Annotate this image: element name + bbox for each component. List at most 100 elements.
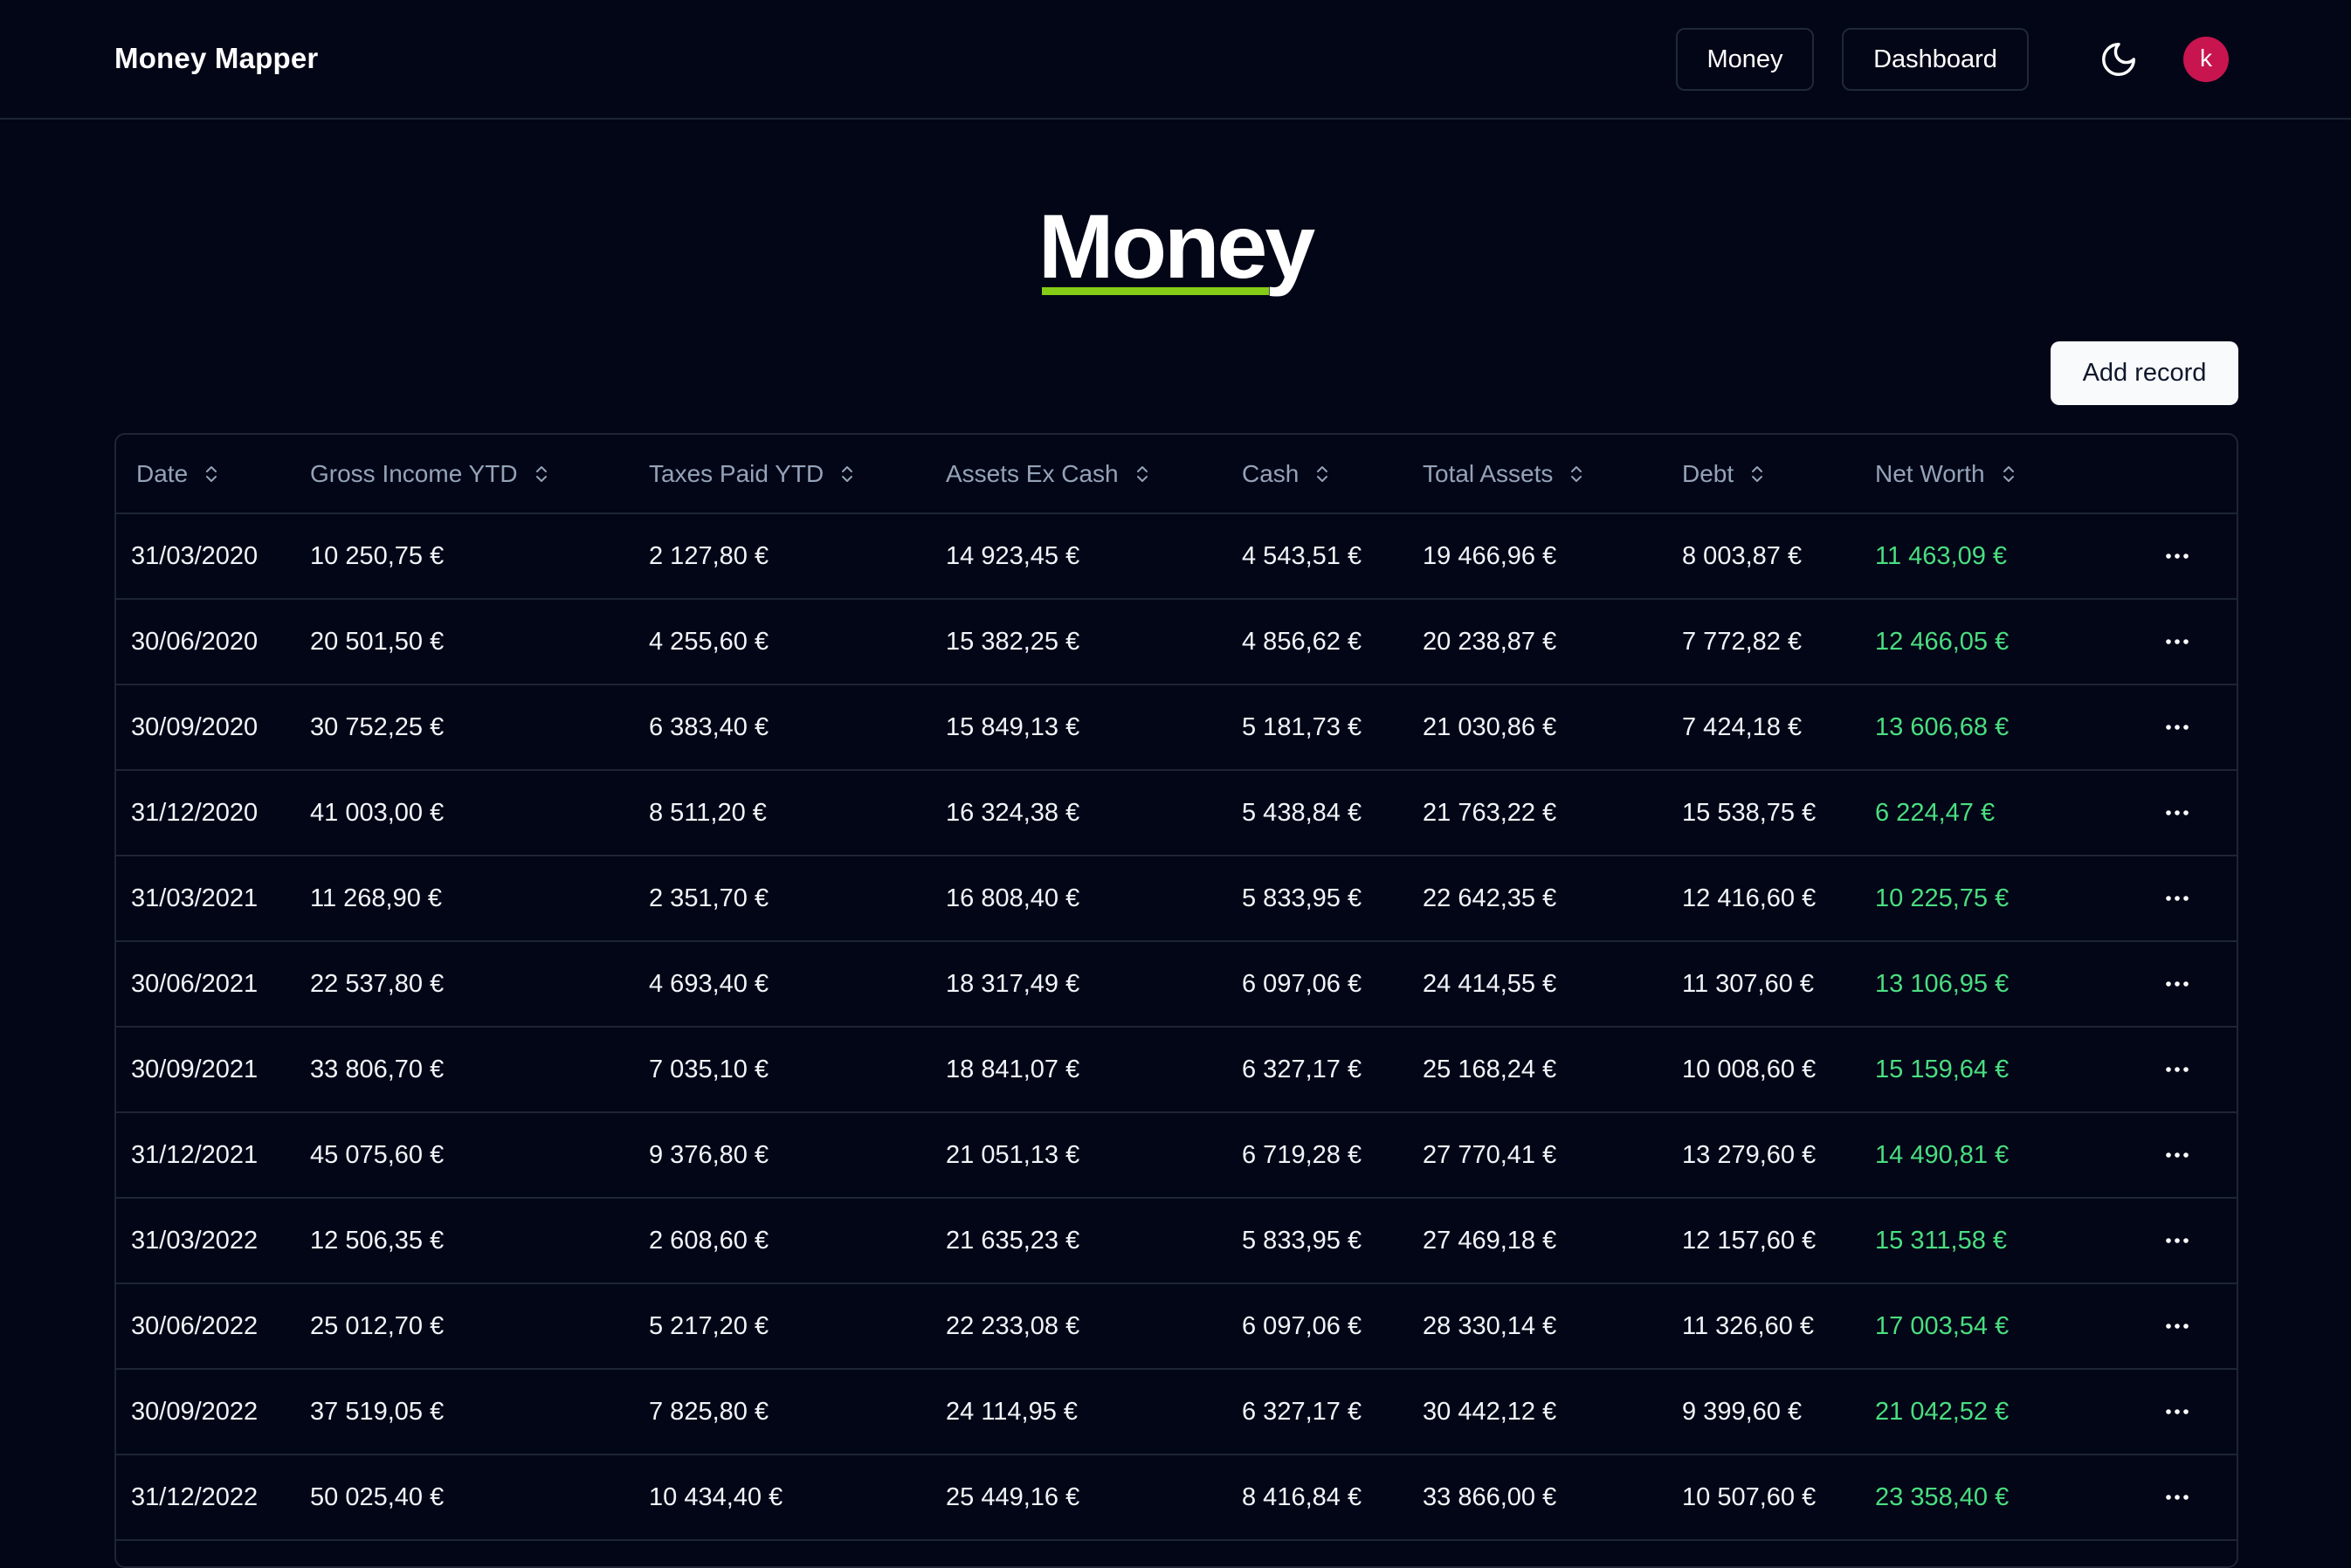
- row-actions: [2128, 1480, 2237, 1515]
- sort-chevrons-icon[interactable]: [1134, 464, 1150, 484]
- table-row[interactable]: 31/12/2021 45 075,60 €9 376,80 €21 051,13…: [116, 1112, 2237, 1199]
- cell-debt: 11 307,60 €: [1682, 941, 1875, 1028]
- cell-net-worth: 23 358,40 €: [1875, 1455, 2128, 1541]
- column-header-gross-income-ytd[interactable]: Gross Income YTD: [308, 435, 649, 514]
- cell-assets-ex-cash: 21 051,13 €: [946, 1112, 1242, 1199]
- cell-total-assets: 27 469,18 €: [1423, 1198, 1682, 1284]
- table-row[interactable]: 30/09/2022 37 519,05 €7 825,80 €24 114,95…: [116, 1369, 2237, 1455]
- cell-actions: [2128, 941, 2237, 1028]
- cell-cash: 5 438,84 €: [1242, 770, 1423, 856]
- table-row[interactable]: 30/06/2021 22 537,80 €4 693,40 €18 317,49…: [116, 941, 2237, 1028]
- column-header-net-worth[interactable]: Net Worth: [1875, 435, 2128, 514]
- column-header-debt[interactable]: Debt: [1682, 435, 1875, 514]
- cell-assets-ex-cash: 24 114,95 €: [946, 1369, 1242, 1455]
- app-brand[interactable]: Money Mapper: [114, 42, 318, 75]
- moon-icon: [2102, 43, 2135, 76]
- table-row[interactable]: 31/03/2021 11 268,90 €2 351,70 €16 808,40…: [116, 856, 2237, 942]
- sort-chevrons-icon[interactable]: [1568, 464, 1584, 484]
- table-row[interactable]: 30/09/2021 33 806,70 €7 035,10 €18 841,07…: [116, 1027, 2237, 1113]
- column-header-label: Total Assets: [1423, 459, 1554, 487]
- cell-cash: 6 327,17 €: [1242, 1369, 1423, 1455]
- cell-assets-ex-cash: 16 324,38 €: [946, 770, 1242, 856]
- nav-money-button[interactable]: Money: [1676, 28, 1814, 91]
- column-header-date[interactable]: Date: [116, 435, 308, 514]
- cell-net-worth: 15 311,58 €: [1875, 1198, 2128, 1284]
- cell-date: 30/09/2022: [116, 1369, 308, 1455]
- cell-assets-ex-cash: 18 841,07 €: [946, 1027, 1242, 1113]
- row-actions: [2128, 1052, 2237, 1087]
- cell-net-worth: 11 463,09 €: [1875, 513, 2128, 600]
- sort-chevrons-icon[interactable]: [1314, 464, 1330, 484]
- cell-cash: 6 097,06 €: [1242, 1283, 1423, 1370]
- column-header-inner: Total Assets: [1423, 460, 1584, 488]
- cell-net-worth: 13 106,95 €: [1875, 941, 2128, 1028]
- sort-chevrons-icon[interactable]: [1749, 464, 1765, 484]
- more-horizontal-icon[interactable]: [2160, 966, 2195, 1001]
- user-avatar[interactable]: k: [2183, 37, 2229, 82]
- row-actions: [2128, 881, 2237, 916]
- column-header-label: Assets Ex Cash: [946, 459, 1119, 487]
- cell-gross-income-ytd: 12 506,35 €: [308, 1198, 649, 1284]
- sort-chevrons-icon[interactable]: [203, 464, 219, 484]
- row-actions: [2128, 624, 2237, 659]
- column-header-assets-ex-cash[interactable]: Assets Ex Cash: [946, 435, 1242, 514]
- table-row[interactable]: 30/06/2020 20 501,50 €4 255,60 €15 382,25…: [116, 599, 2237, 685]
- cell-net-worth: 13 606,68 €: [1875, 684, 2128, 771]
- table-row[interactable]: 30/09/2020 30 752,25 €6 383,40 €15 849,13…: [116, 684, 2237, 771]
- more-horizontal-icon[interactable]: [2160, 539, 2195, 574]
- more-horizontal-icon[interactable]: [2160, 1394, 2195, 1429]
- more-horizontal-icon[interactable]: [2160, 881, 2195, 916]
- cell-gross-income-ytd: 50 025,40 €: [308, 1455, 649, 1541]
- cell-date: 31/03/2022: [116, 1198, 308, 1284]
- more-horizontal-icon[interactable]: [2160, 795, 2195, 830]
- cell-taxes-paid-ytd: 9 376,80 €: [649, 1112, 946, 1199]
- column-header-cash[interactable]: Cash: [1242, 435, 1423, 514]
- cell-debt: 10 008,60 €: [1682, 1027, 1875, 1113]
- cell-actions: [2128, 1283, 2237, 1370]
- column-header-taxes-paid-ytd[interactable]: Taxes Paid YTD: [649, 435, 946, 514]
- more-horizontal-icon[interactable]: [2160, 1480, 2195, 1515]
- cell-assets-ex-cash: 21 635,23 €: [946, 1198, 1242, 1284]
- table-row[interactable]: 31/03/2022 12 506,35 €2 608,60 €21 635,23…: [116, 1198, 2237, 1284]
- sort-chevrons-icon[interactable]: [839, 464, 855, 484]
- nav-dashboard-button[interactable]: Dashboard: [1842, 28, 2029, 91]
- sort-chevrons-icon[interactable]: [534, 464, 549, 484]
- table-row[interactable]: 31/03/2020 10 250,75 €2 127,80 €14 923,45…: [116, 513, 2237, 600]
- more-horizontal-icon[interactable]: [2160, 1309, 2195, 1344]
- cell-debt: 15 538,75 €: [1682, 770, 1875, 856]
- sort-chevrons-icon[interactable]: [2001, 464, 2017, 484]
- cell-total-assets: 24 414,55 €: [1423, 941, 1682, 1028]
- cell-taxes-paid-ytd: 2 127,80 €: [649, 513, 946, 600]
- cell-date: 30/06/2020: [116, 599, 308, 685]
- column-header-label: Taxes Paid YTD: [649, 459, 824, 487]
- cell-actions: [2128, 1198, 2237, 1284]
- more-horizontal-icon[interactable]: [2160, 624, 2195, 659]
- table-row[interactable]: 30/06/2022 25 012,70 €5 217,20 €22 233,08…: [116, 1283, 2237, 1370]
- table-row[interactable]: 31/12/2022 50 025,40 €10 434,40 €25 449,1…: [116, 1455, 2237, 1541]
- column-header-inner: Debt: [1682, 460, 1765, 488]
- cell-date: 31/03/2021: [116, 856, 308, 942]
- cell-taxes-paid-ytd: 4 693,40 €: [649, 941, 946, 1028]
- cell-total-assets: 21 763,22 €: [1423, 770, 1682, 856]
- column-header-total-assets[interactable]: Total Assets: [1423, 435, 1682, 514]
- cell-actions: [2128, 1027, 2237, 1113]
- more-horizontal-icon[interactable]: [2160, 1052, 2195, 1087]
- more-horizontal-icon[interactable]: [2160, 1138, 2195, 1173]
- table-row[interactable]: 31/12/2020 41 003,00 €8 511,20 €16 324,38…: [116, 770, 2237, 856]
- cell-debt: 13 279,60 €: [1682, 1112, 1875, 1199]
- cell-date: 31/03/2020: [116, 513, 308, 600]
- cell-taxes-paid-ytd: 2 351,70 €: [649, 856, 946, 942]
- cell-net-worth: 6 224,47 €: [1875, 770, 2128, 856]
- theme-toggle-button[interactable]: [2092, 33, 2145, 86]
- cell-gross-income-ytd: 22 537,80 €: [308, 941, 649, 1028]
- more-horizontal-icon[interactable]: [2160, 1223, 2195, 1258]
- column-header-label: Debt: [1682, 459, 1734, 487]
- cell-net-worth: 10 225,75 €: [1875, 856, 2128, 942]
- add-record-button[interactable]: Add record: [2051, 341, 2238, 405]
- more-horizontal-icon[interactable]: [2160, 710, 2195, 745]
- cell-gross-income-ytd: 20 501,50 €: [308, 599, 649, 685]
- column-header-label: Date: [136, 459, 189, 487]
- cell-taxes-paid-ytd: 7 035,10 €: [649, 1027, 946, 1113]
- cell-debt: 12 416,60 €: [1682, 856, 1875, 942]
- cell-date: 30/06/2021: [116, 941, 308, 1028]
